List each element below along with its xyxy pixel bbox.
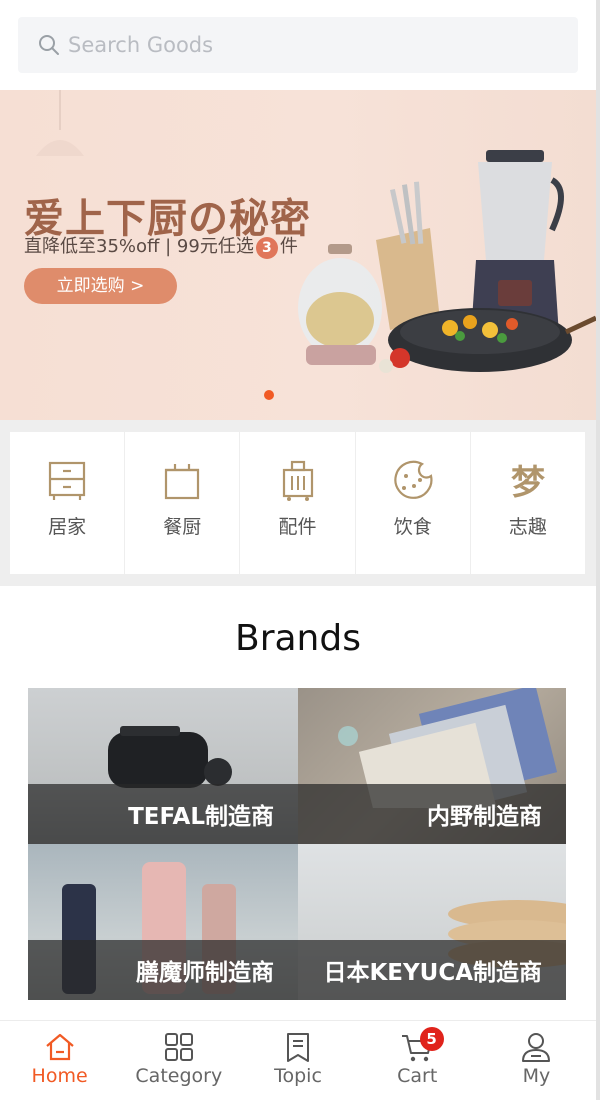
search-input[interactable]	[68, 33, 548, 57]
grid-icon	[164, 1033, 193, 1061]
search-box[interactable]	[18, 17, 578, 73]
brand-tile[interactable]: 日本KEYUCA制造商	[298, 844, 566, 1000]
banner-count-badge: 3	[255, 237, 278, 259]
brand-tile[interactable]: 内野制造商	[298, 688, 566, 844]
svg-text:梦: 梦	[511, 463, 545, 502]
brand-grid: TEFAL制造商 内野制造商 膳魔师制造商 日本KEYUCA制造商	[28, 688, 566, 1000]
meng-char-icon: 梦	[511, 463, 545, 502]
category-item-interest[interactable]: 梦 志趣	[471, 432, 585, 574]
brand-name: TEFAL制造商	[28, 784, 298, 844]
home-icon	[45, 1033, 74, 1061]
category-label: 志趣	[508, 516, 547, 538]
kitchen-products-illustration	[298, 150, 596, 373]
tab-label: Category	[135, 1065, 223, 1087]
category-label: 饮食	[393, 516, 432, 538]
category-item-accessories[interactable]: 配件	[240, 432, 356, 574]
tab-home[interactable]: Home	[0, 1021, 119, 1100]
lamp-decoration	[36, 90, 84, 156]
brand-name: 膳魔师制造商	[28, 940, 298, 1000]
bookmark-icon	[287, 1033, 309, 1062]
tab-topic[interactable]: Topic	[238, 1021, 357, 1100]
cookie-icon	[394, 460, 433, 499]
luggage-icon	[282, 460, 313, 501]
banner-subtitle: 直降低至35%off | 99元任选 3 件	[24, 232, 298, 259]
promo-banner[interactable]: 爱上下厨の秘密 直降低至35%off | 99元任选 3 件 立即选购 >	[0, 90, 596, 420]
brand-tile[interactable]: 膳魔师制造商	[28, 844, 298, 1000]
brand-tile[interactable]: TEFAL制造商	[28, 688, 298, 844]
bottom-tab-bar: Home Category Topic 5 Cart My	[0, 1020, 596, 1100]
user-icon	[522, 1033, 551, 1062]
tab-cart[interactable]: 5 Cart	[358, 1021, 477, 1100]
cabinet-icon	[48, 461, 86, 500]
carousel-indicator-dot[interactable]	[264, 390, 274, 400]
tab-category[interactable]: Category	[119, 1021, 238, 1100]
shop-now-button[interactable]: 立即选购 >	[24, 268, 177, 304]
tab-my[interactable]: My	[477, 1021, 596, 1100]
brand-name: 内野制造商	[298, 784, 566, 844]
category-grid: 居家 餐厨 配件 饮食 梦 志趣	[10, 432, 585, 574]
category-label: 居家	[48, 516, 87, 538]
tab-label: Cart	[397, 1065, 438, 1087]
brands-heading: Brands	[235, 618, 361, 659]
cart-count-badge: 5	[419, 1027, 444, 1051]
category-item-food[interactable]: 饮食	[356, 432, 471, 574]
scroll-edge	[596, 0, 600, 1100]
search-icon	[39, 35, 59, 55]
brand-name: 日本KEYUCA制造商	[298, 940, 566, 1000]
tab-label: My	[522, 1065, 551, 1087]
tab-label: Topic	[274, 1065, 322, 1087]
category-label: 配件	[278, 516, 317, 538]
category-item-home[interactable]: 居家	[10, 432, 126, 574]
banner-subtitle-text: 直降低至35%off | 99元任选	[24, 236, 254, 257]
category-item-kitchen[interactable]: 餐厨	[125, 432, 241, 574]
category-label: 餐厨	[163, 516, 202, 538]
pot-icon	[165, 464, 200, 500]
tab-label: Home	[31, 1065, 88, 1087]
search-bar	[0, 0, 596, 90]
